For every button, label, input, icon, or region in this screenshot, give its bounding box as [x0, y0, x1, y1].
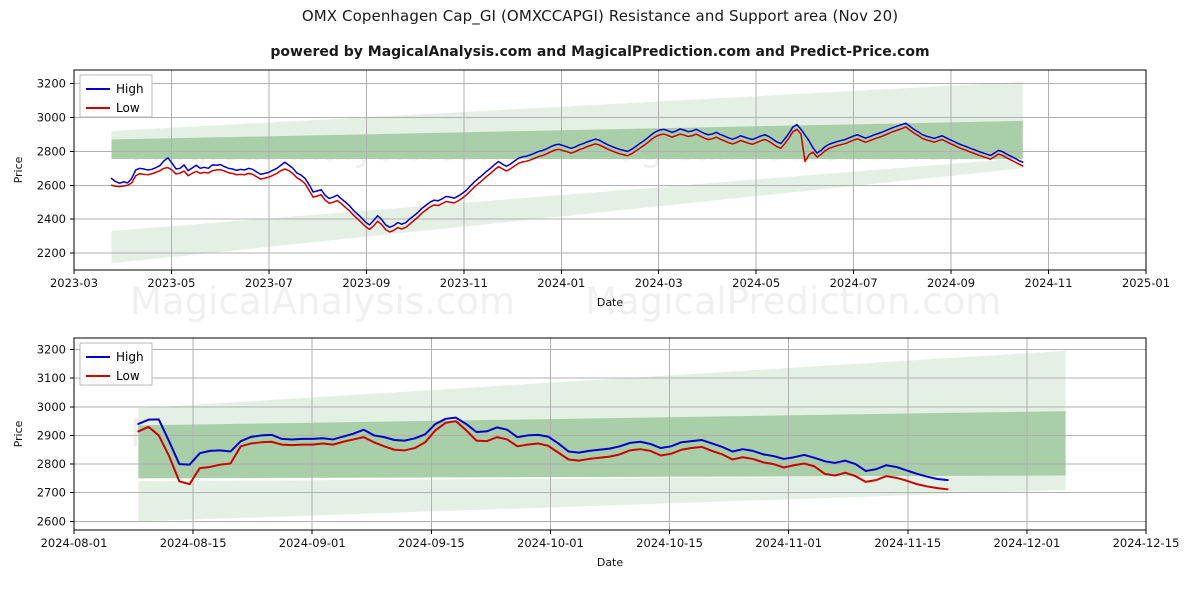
x-tick-label: 2024-11-01	[755, 536, 822, 550]
y-tick-label: 3200	[37, 342, 66, 356]
x-tick-label: 2024-12-01	[993, 536, 1060, 550]
x-tick-label: 2025-01	[1122, 276, 1170, 290]
y-axis-label: Price	[12, 420, 25, 447]
x-tick-label: 2023-03	[50, 276, 98, 290]
top-chart-panel: 2200 2400 2600 2800 3000 3200 2023-03 2023-05 20…	[0, 62, 1200, 312]
x-tick-label: 2023-11	[440, 276, 488, 290]
x-tick-label: 2024-07	[830, 276, 878, 290]
x-tick-label: 2024-09-01	[279, 536, 346, 550]
legend-label-low: Low	[116, 369, 140, 383]
x-tick-label: 2024-09	[927, 276, 975, 290]
x-tick-label: 2024-10-15	[636, 536, 703, 550]
page-title: OMX Copenhagen Cap_GI (OMXCCAPGI) Resist…	[301, 7, 899, 25]
y-tick-label: 3100	[37, 371, 66, 385]
y-axis-label: Price	[12, 156, 25, 183]
x-tick-label: 2024-08-15	[160, 536, 227, 550]
x-tick-label: 2023-05	[147, 276, 195, 290]
x-tick-label: 2024-10-01	[517, 536, 584, 550]
band-group	[111, 81, 1023, 264]
legend-label-high: High	[116, 82, 144, 96]
y-tick-label: 2800	[37, 144, 66, 158]
y-tick-label: 3000	[37, 110, 66, 124]
x-tick-label: 2024-09-15	[398, 536, 465, 550]
y-tick-label: 2600	[37, 178, 66, 192]
x-tick-label: 2024-05	[732, 276, 780, 290]
legend-label-low: Low	[116, 101, 140, 115]
chart-page: OMX Copenhagen Cap_GI (OMXCCAPGI) Resist…	[0, 0, 1200, 600]
y-tick-label: 3200	[37, 77, 66, 91]
y-tick-label: 2200	[37, 246, 66, 260]
x-tick-label: 2024-11	[1025, 276, 1073, 290]
y-tick-label: 2700	[37, 486, 66, 500]
page-subtitle: powered by MagicalAnalysis.com and Magic…	[270, 44, 930, 60]
legend-label-high: High	[116, 350, 144, 364]
x-axis-label: Date	[597, 556, 624, 569]
x-tick-label: 2024-08-01	[41, 536, 108, 550]
legend: High Low	[79, 74, 153, 118]
x-tick-label: 2024-12-15	[1113, 536, 1180, 550]
x-tick-label: 2024-11-15	[874, 536, 941, 550]
y-tick-label: 2900	[37, 428, 66, 442]
bottom-chart-svg: 2600 2700 2800 2900 3000 3100 3200 2024-08-01 20…	[12, 337, 1180, 569]
y-tick-label: 2400	[37, 212, 66, 226]
y-tick-label: 3000	[37, 400, 66, 414]
x-tick-label: 2023-09	[342, 276, 390, 290]
x-tick-label: 2023-07	[245, 276, 293, 290]
y-tick-label: 2800	[37, 457, 66, 471]
y-tick-label: 2600	[37, 514, 66, 528]
x-tick-label: 2024-03	[635, 276, 683, 290]
band-support-wedge	[138, 475, 1066, 522]
top-chart-svg: 2200 2400 2600 2800 3000 3200 2023-03 2023-05 20…	[12, 69, 1170, 309]
x-tick-label: 2024-01	[537, 276, 585, 290]
x-axis-label: Date	[597, 296, 624, 309]
legend: High Low	[79, 342, 153, 386]
bottom-chart-panel: 2600 2700 2800 2900 3000 3100 3200 2024-08-01 20…	[0, 330, 1200, 595]
